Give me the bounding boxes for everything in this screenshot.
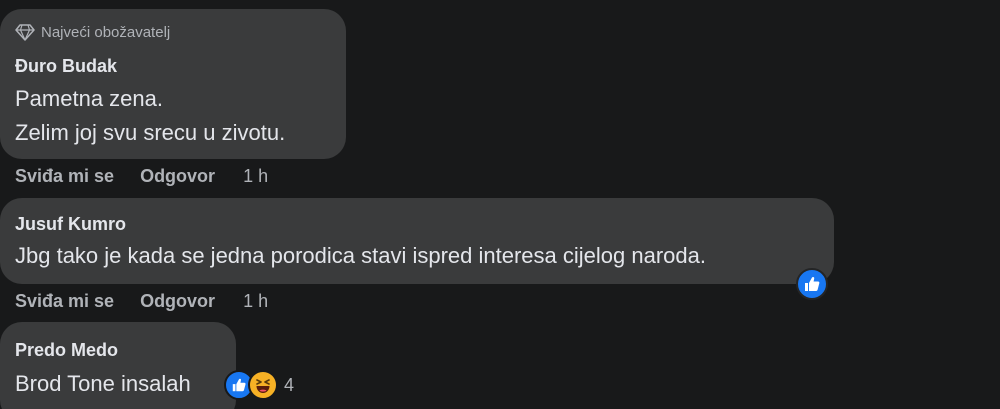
diamond-icon	[15, 24, 35, 41]
comment-author[interactable]: Đuro Budak	[15, 56, 117, 77]
comment-text-line: Jbg tako je kada se jedna porodica stavi…	[15, 243, 706, 268]
reply-button[interactable]: Odgovor	[140, 166, 215, 187]
comment-timestamp[interactable]: 1 h	[243, 291, 268, 312]
reaction-summary[interactable]: 4	[224, 370, 294, 400]
comment-actions: Sviđa mi se Odgovor 1 h	[15, 291, 268, 312]
comment-timestamp[interactable]: 1 h	[243, 166, 268, 187]
comment-actions: Sviđa mi se Odgovor 1 h	[15, 166, 268, 187]
reply-button[interactable]: Odgovor	[140, 291, 215, 312]
top-fan-badge[interactable]: Najveći obožavatelj	[15, 24, 170, 41]
comment-text-line: Brod Tone insalah	[15, 371, 191, 396]
comment-author[interactable]: Predo Medo	[15, 340, 118, 361]
comment-text-line: Zelim joj svu srecu u zivotu.	[15, 120, 286, 145]
like-reaction-icon[interactable]	[796, 268, 828, 300]
haha-reaction-icon	[248, 370, 278, 400]
comment-author[interactable]: Jusuf Kumro	[15, 214, 126, 235]
comment-text-line: Pametna zena.	[15, 86, 163, 111]
comment-bubble	[0, 198, 834, 284]
like-button[interactable]: Sviđa mi se	[15, 291, 114, 312]
badge-label: Najveći obožavatelj	[41, 24, 171, 41]
like-button[interactable]: Sviđa mi se	[15, 166, 114, 187]
reaction-count: 4	[284, 374, 295, 395]
comments-section: Najveći obožavatelj Đuro Budak Pametna z…	[0, 0, 1000, 409]
